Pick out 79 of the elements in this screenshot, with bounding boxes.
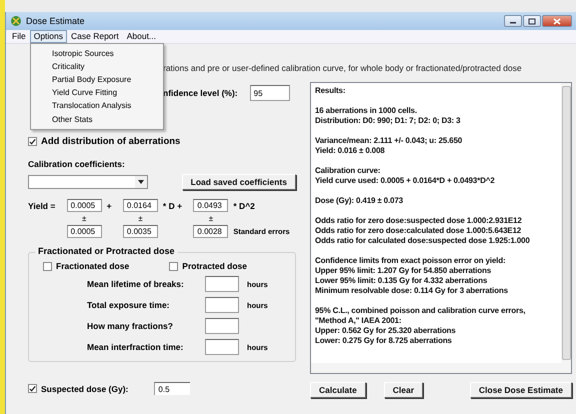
plus-minus-sign: ± (208, 214, 214, 223)
menu-item[interactable]: Case Report (67, 30, 123, 43)
error-field[interactable]: 0.0005 (66, 225, 102, 238)
result-line: 95% C.L., combined poisson and calibration curve errors, (315, 306, 526, 316)
result-line: Odds ratio for zero dose:calculated dose 1.000:5.643E12 (315, 226, 522, 236)
result-line: Dose (Gy): 0.419 ± 0.073 (315, 196, 404, 206)
menu-option[interactable]: Translocation Analysis (31, 100, 163, 113)
distribution-checkbox[interactable] (28, 137, 37, 146)
description-text: rations and pre or user-defined calibration curve, for whole body or fractionated/protracted dose (163, 63, 522, 73)
coefficients-dropdown[interactable] (28, 175, 148, 189)
input-field[interactable] (205, 297, 239, 313)
result-line: Distribution: D0: 990; D1: 7; D2: 0; D3: 3 (315, 116, 462, 126)
menu-option[interactable]: Partial Body Exposure (31, 73, 163, 87)
error-field[interactable]: 0.0028 (193, 225, 228, 238)
coefficient-field[interactable]: 0.0493 (193, 199, 228, 212)
operator-text: + (106, 200, 113, 210)
action-button[interactable]: Clear (384, 382, 424, 398)
confidence-label: nfidence level (%): (163, 88, 238, 98)
menu-option[interactable]: Other Stats (31, 112, 163, 126)
action-button[interactable]: Calculate (310, 382, 366, 398)
result-line: Yield curve used: 0.0005 + 0.0164*D + 0.0493*D^2 (315, 176, 496, 186)
vertical-scrollbar[interactable] (561, 83, 571, 363)
dose-checkbox[interactable] (43, 262, 52, 270)
input-field[interactable] (205, 339, 239, 355)
checkbox-label: Fractionated dose (56, 261, 130, 271)
menu-item[interactable]: About... (122, 30, 160, 43)
input-field[interactable] (205, 318, 239, 334)
result-line: Calibration curve: (315, 166, 382, 176)
error-field[interactable]: 0.0035 (122, 225, 158, 238)
distribution-label: Add distribution of aberrations (41, 136, 180, 147)
result-line: Variance/mean: 2.111 +/- 0.043; u: 25.650 (315, 136, 464, 146)
app-icon (10, 15, 22, 27)
horizontal-scrollbar[interactable] (311, 363, 571, 373)
caret-icon (138, 180, 144, 184)
result-line: Odds ratio for calculated dose:suspected dose 1.925:1.000 (315, 236, 531, 246)
result-line: Lower 95% limit: 0.135 Gy for 4.332 aberrations (315, 276, 488, 286)
input-field[interactable] (205, 276, 239, 292)
result-line: "Method A," IAEA 2001: (315, 316, 402, 326)
result-line: Upper 95% limit: 1.207 Gy for 54.850 aberrations (315, 266, 492, 276)
operator-text: * D + (162, 200, 184, 210)
close-button[interactable] (542, 15, 572, 27)
maximize-button[interactable] (523, 15, 541, 27)
calibration-label: Calibration coefficients: (28, 159, 126, 169)
menu-option[interactable]: Isotropic Sources (31, 47, 163, 60)
dose-checkbox[interactable] (169, 262, 178, 270)
checkbox-label: Protracted dose (182, 261, 247, 271)
load-coefficients-button[interactable]: Load saved coefficients (182, 174, 296, 190)
field-label: Total exposure time: (87, 300, 170, 310)
close-icon (553, 18, 561, 24)
result-line: Odds ratio for zero dose:suspected dose 1.000:2.931E12 (315, 216, 523, 226)
action-button[interactable]: Close Dose Estimate (470, 382, 572, 398)
field-label: Mean lifetime of breaks: (87, 279, 185, 289)
field-label: How many fractions? (87, 321, 174, 331)
result-line: Minimum resolvable dose: 0.114 Gy for 3 aberrations (315, 286, 509, 296)
coefficient-field[interactable]: 0.0164 (122, 199, 158, 212)
result-line: Confidence limits from exact poisson error on yield: (315, 256, 506, 266)
confidence-field[interactable]: 95 (250, 85, 290, 101)
yield-label: Yield = (28, 200, 56, 210)
result-line: Lower: 0.275 Gy for 8.725 aberrations (315, 336, 453, 346)
results-title: Results: (315, 86, 346, 96)
suspected-dose-field[interactable]: 0.5 (154, 382, 190, 395)
result-line: Yield: 0.016 ± 0.008 (315, 146, 386, 156)
group-title: Fractionated or Protracted dose (35, 246, 178, 256)
menu-item[interactable]: Options (30, 30, 67, 43)
result-line: Upper: 0.562 Gy for 25.320 aberrations (315, 326, 457, 336)
maximize-icon (528, 18, 536, 24)
field-label: Mean interfraction time: (87, 342, 184, 352)
suspected-dose-label: Suspected dose (Gy): (41, 384, 128, 394)
suspected-dose-checkbox[interactable] (28, 384, 37, 393)
plus-minus-sign: ± (137, 214, 144, 223)
window-title: Dose Estimate (26, 16, 85, 26)
menu-option[interactable]: Criticality (31, 60, 163, 74)
minimize-button[interactable] (504, 15, 522, 27)
menu-option[interactable]: Yield Curve Fitting (31, 86, 163, 100)
operator-text: * D^2 (233, 200, 256, 210)
result-line: 16 aberrations in 1000 cells. (315, 106, 418, 116)
menu-item[interactable]: File (8, 30, 30, 43)
plus-minus-sign: ± (80, 214, 88, 223)
coefficient-field[interactable]: 0.0005 (66, 199, 102, 212)
